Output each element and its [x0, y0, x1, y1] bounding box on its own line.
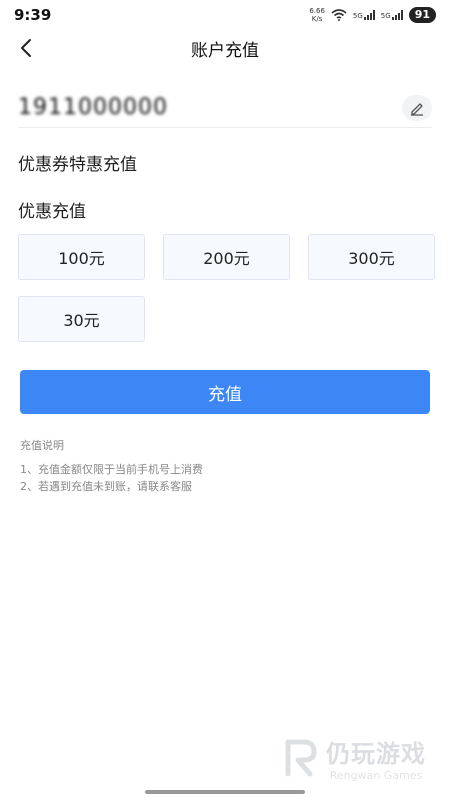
amount-option-30[interactable]: 30元 [18, 296, 145, 342]
signal-2: 5G [381, 10, 403, 20]
pencil-icon [411, 102, 423, 116]
signal-1: 5G [353, 10, 375, 20]
account-row: 1911000000 [18, 88, 432, 128]
notes-title: 充值说明 [20, 439, 64, 452]
back-button[interactable] [12, 34, 40, 62]
watermark: 仍玩游戏 Rengwan Games [284, 734, 426, 782]
watermark-text: 仍玩游戏 Rengwan Games [326, 734, 426, 782]
signal-bars-icon [363, 10, 375, 20]
amount-options: 100元 200元 300元 30元 [18, 234, 436, 342]
note-line: 2、若遇到充值未到账，请联系客服 [20, 480, 192, 493]
network-speed-value: 6.66 [309, 7, 325, 15]
note-line: 1、充值金额仅限于当前手机号上消费 [20, 463, 203, 476]
signal-2-label: 5G [380, 12, 391, 20]
watermark-text-en: Rengwan Games [329, 769, 423, 782]
network-speed: 6.66 K/s [309, 7, 325, 23]
page-title: 账户充值 [191, 40, 259, 61]
amount-option-300[interactable]: 300元 [308, 234, 435, 280]
chevron-left-icon [21, 39, 31, 57]
status-time: 9:39 [14, 6, 52, 24]
signal-1-label: 5G [352, 12, 363, 20]
amount-option-200[interactable]: 200元 [163, 234, 290, 280]
watermark-logo-icon [285, 739, 317, 777]
edit-phone-button[interactable] [402, 94, 432, 121]
network-speed-unit: K/s [311, 15, 323, 23]
home-indicator[interactable] [145, 790, 305, 794]
discount-section-title: 优惠充值 [18, 202, 86, 222]
phone-number: 1911000000 [18, 95, 168, 120]
wifi-icon [331, 6, 347, 25]
amount-option-100[interactable]: 100元 [18, 234, 145, 280]
watermark-text-cn: 仍玩游戏 [326, 740, 426, 768]
status-bar: 9:39 6.66 K/s 5G 5G 91 [0, 0, 450, 30]
coupon-section-title: 优惠券特惠充值 [18, 155, 137, 175]
signal-bars-icon [391, 10, 403, 20]
header: 账户充值 [0, 30, 450, 66]
battery-indicator: 91 [408, 7, 436, 23]
recharge-button[interactable]: 充值 [20, 370, 430, 414]
recharge-notes: 充值说明 1、充值金额仅限于当前手机号上消费 2、若遇到充值未到账，请联系客服 [20, 437, 203, 495]
status-icons: 6.66 K/s 5G 5G 91 [309, 6, 436, 25]
